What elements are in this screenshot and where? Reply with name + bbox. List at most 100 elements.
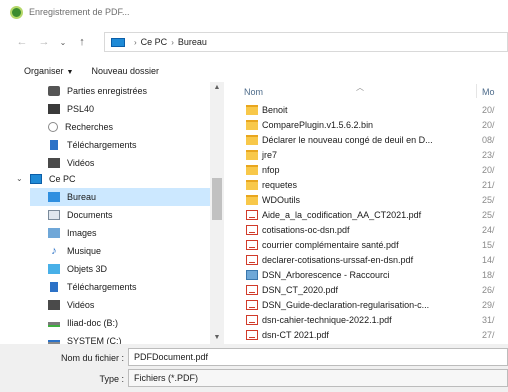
scroll-down-arrow-icon[interactable]: ▼ (210, 334, 224, 341)
video-icon (48, 300, 60, 310)
nav-item-label: Téléchargements (67, 282, 137, 292)
pdf-file-icon (246, 224, 258, 235)
nav-item-desktop[interactable]: Bureau (30, 188, 210, 206)
recent-locations-chevron-icon[interactable]: ⌄ (58, 38, 68, 47)
folder-icon (246, 164, 258, 175)
command-bar: Organiser ▼ Nouveau dossier (0, 60, 508, 82)
folder-icon (246, 104, 258, 115)
file-row[interactable]: WDOutils 25/ (224, 192, 508, 207)
folder-icon (246, 149, 258, 160)
file-row[interactable]: requetes 21/ (224, 177, 508, 192)
file-date: 20/ (482, 104, 495, 115)
file-name: requetes (262, 179, 298, 190)
computer-icon (30, 174, 42, 184)
shortcut-icon (246, 269, 258, 280)
file-row[interactable]: DSN_Arborescence - Raccourci 18/ (224, 267, 508, 282)
column-divider[interactable] (476, 84, 477, 98)
address-bar[interactable]: › Ce PC › Bureau (104, 32, 508, 52)
file-row[interactable]: dsn-CT 2021.pdf 27/ (224, 327, 508, 342)
file-date: 20/ (482, 119, 495, 130)
folder-icon (246, 119, 258, 130)
scrollbar-thumb[interactable] (212, 178, 222, 220)
column-header-name[interactable]: Nom (244, 87, 263, 97)
nav-item-searches[interactable]: Recherches (48, 118, 210, 136)
window-title: Enregistrement de PDF... (29, 7, 130, 17)
nav-item-downloads-pc[interactable]: Téléchargements (48, 278, 210, 296)
up-arrow-icon[interactable]: ↑ (74, 36, 90, 48)
address-row: ← → ⌄ ↑ › Ce PC › Bureau (0, 30, 508, 54)
file-row[interactable]: DSN_CT_2020.pdf 26/ (224, 282, 508, 297)
file-name: Aide_a_la_codification_AA_CT2021.pdf (262, 209, 422, 220)
file-row[interactable]: nfop 20/ (224, 162, 508, 177)
save-footer: Nom du fichier : PDFDocument.pdf Type : … (0, 344, 508, 392)
nav-item-documents[interactable]: Documents (48, 206, 210, 224)
file-name: dsn-cahier-technique-2022.1.pdf (262, 314, 392, 325)
network-share-icon (48, 86, 60, 96)
file-list: ︿ Nom Mo Benoit 20/ ComparePlugin.v1.5.6… (224, 82, 508, 344)
file-type-select[interactable]: Fichiers (*.PDF) (128, 369, 508, 387)
nav-item-label: Musique (67, 246, 102, 256)
nav-item-psl40[interactable]: PSL40 (48, 100, 210, 118)
file-name: jre7 (262, 149, 278, 160)
nav-item-label: Documents (67, 210, 113, 220)
file-row[interactable]: Aide_a_la_codification_AA_CT2021.pdf 25/ (224, 207, 508, 222)
desktop-icon (48, 192, 60, 202)
back-arrow-icon[interactable]: ← (14, 36, 30, 48)
file-name: WDOutils (262, 194, 300, 205)
nav-item-label: SYSTEM (C:) (67, 336, 122, 344)
network-drive-icon (48, 322, 60, 327)
file-row[interactable]: dsn-cahier-technique-2022.1.pdf 31/ (224, 312, 508, 327)
file-name: DSN_Guide-declaration-regularisation-c..… (262, 299, 430, 310)
nav-item-label: Parties enregistrées (67, 86, 148, 96)
file-date: 18/ (482, 269, 495, 280)
breadcrumb-separator-icon: › (171, 37, 174, 47)
file-date: 20/ (482, 164, 495, 175)
file-date: 14/ (482, 254, 495, 265)
file-row[interactable]: Benoit 20/ (224, 102, 508, 117)
organize-menu-button[interactable]: Organiser ▼ (24, 66, 73, 76)
music-icon: ♪ (51, 245, 57, 257)
organize-label: Organiser (24, 66, 64, 76)
file-date: 24/ (482, 224, 495, 235)
filename-input[interactable]: PDFDocument.pdf (128, 348, 508, 366)
nav-item-music[interactable]: ♪ Musique (48, 242, 210, 260)
nav-item-label: Objets 3D (67, 264, 108, 274)
column-header-modified[interactable]: Mo (482, 87, 495, 97)
nav-item-videos-pc[interactable]: Vidéos (48, 296, 210, 314)
file-row[interactable]: cotisations-oc-dsn.pdf 24/ (224, 222, 508, 237)
navigation-scrollbar[interactable]: ▲ ▼ (210, 82, 224, 344)
new-folder-button[interactable]: Nouveau dossier (91, 66, 159, 76)
nav-item-images[interactable]: Images (48, 224, 210, 242)
nav-item-label: Ce PC (49, 174, 76, 184)
nav-item-downloads[interactable]: Téléchargements (48, 136, 210, 154)
nav-item-network-drive-b[interactable]: Iliad-doc (B:) (48, 314, 210, 332)
folder-icon (246, 194, 258, 205)
pdf-file-icon (246, 299, 258, 310)
nav-item-system-c[interactable]: SYSTEM (C:) (48, 332, 210, 344)
images-icon (48, 228, 60, 238)
nav-item-3d-objects[interactable]: Objets 3D (48, 260, 210, 278)
nav-item-this-pc[interactable]: Ce PC (30, 170, 210, 188)
file-row[interactable]: courrier complémentaire santé.pdf 15/ (224, 237, 508, 252)
breadcrumb-separator-icon: › (134, 37, 137, 47)
file-row[interactable]: declarer-cotisations-urssaf-en-dsn.pdf 1… (224, 252, 508, 267)
file-name: dsn-CT 2021.pdf (262, 329, 329, 340)
pdf-file-icon (246, 254, 258, 265)
collapse-chevron-icon[interactable]: ⌄ (16, 174, 23, 183)
breadcrumb-bureau[interactable]: Bureau (178, 37, 207, 47)
file-row[interactable]: ComparePlugin.v1.5.6.2.bin 20/ (224, 117, 508, 132)
nav-item-label: Iliad-doc (B:) (67, 318, 119, 328)
file-row[interactable]: DSN_Guide-declaration-regularisation-c..… (224, 297, 508, 312)
breadcrumb-ce-pc[interactable]: Ce PC (141, 37, 168, 47)
file-row[interactable]: Déclarer le nouveau congé de deuil en D.… (224, 132, 508, 147)
objects-3d-icon (48, 264, 60, 274)
file-name: courrier complémentaire santé.pdf (262, 239, 399, 250)
scroll-up-arrow-icon[interactable]: ▲ (210, 84, 224, 91)
nav-item-saved-shares[interactable]: Parties enregistrées (48, 82, 210, 100)
forward-arrow-icon[interactable]: → (36, 36, 52, 48)
file-row[interactable]: jre7 23/ (224, 147, 508, 162)
sort-ascending-icon: ︿ (356, 83, 364, 92)
pdf-file-icon (246, 329, 258, 340)
nav-item-label: Recherches (65, 122, 114, 132)
nav-item-label: Bureau (67, 192, 97, 202)
